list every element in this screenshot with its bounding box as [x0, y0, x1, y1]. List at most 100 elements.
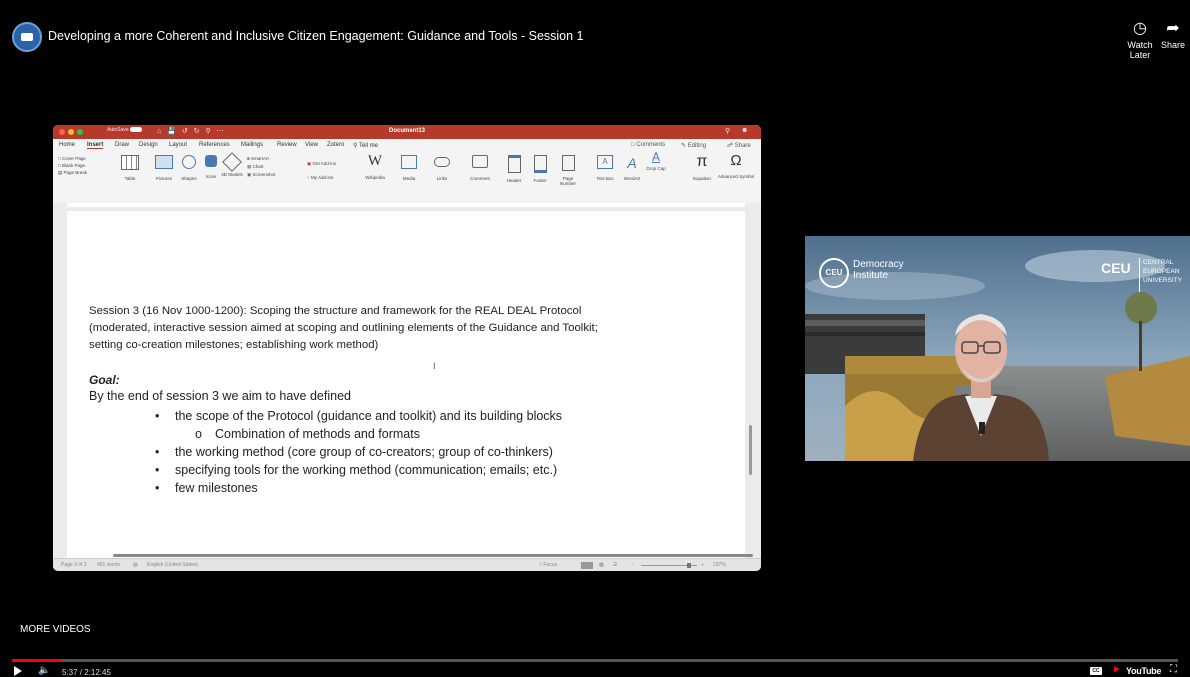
tab-insert[interactable]: Insert: [87, 142, 104, 149]
institute-name-line: Democracy: [853, 259, 904, 270]
footer-button[interactable]: Footer: [527, 155, 553, 183]
advanced-symbol-button[interactable]: Ω Advanced Symbol: [717, 153, 755, 180]
time-display: 5:37 / 2:12:45: [62, 668, 111, 677]
tab-mailings[interactable]: Mailings: [241, 142, 263, 148]
text-box-label: Text Box: [596, 176, 614, 181]
print-layout-icon[interactable]: [581, 562, 593, 569]
horizontal-scrollbar[interactable]: [113, 554, 753, 557]
table-button[interactable]: Table: [117, 155, 143, 181]
page-break-label: Page Break: [63, 170, 88, 175]
captions-icon[interactable]: CC: [1090, 667, 1102, 675]
my-addins-button[interactable]: ○ My Add-ins: [307, 171, 336, 185]
logo-divider: [1139, 258, 1140, 292]
word-count[interactable]: 491 words: [97, 562, 120, 568]
fullscreen-icon[interactable]: ⛶: [1170, 664, 1177, 675]
pictures-label: Pictures: [155, 176, 173, 181]
list-item: o Combination of methods and formats: [195, 427, 420, 441]
session-line: setting co-creation milestones; establis…: [89, 339, 379, 351]
read-mode-icon[interactable]: ☰: [613, 562, 617, 568]
3d-models-button[interactable]: 3D Models: [221, 152, 243, 177]
3d-models-label: 3D Models: [221, 172, 243, 177]
goal-heading: Goal:: [89, 373, 120, 387]
page-number-button[interactable]: Page Number: [555, 155, 581, 186]
tab-layout[interactable]: Layout: [169, 142, 187, 148]
focus-label: Focus: [543, 562, 558, 568]
youtube-wordmark[interactable]: YouTube: [1126, 666, 1161, 676]
bullet-text: specifying tools for the working method …: [175, 463, 558, 477]
channel-avatar[interactable]: [12, 22, 42, 52]
play-icon[interactable]: [14, 666, 22, 676]
focus-button[interactable]: □ Focus: [539, 562, 557, 568]
zoom-out-icon[interactable]: −: [631, 562, 634, 568]
word-titlebar: AutoSave ⌂ 💾 ↺ ↻ ⚲ ⋯ Document13 ⚲ ☻: [53, 125, 761, 139]
page-number-icon: [561, 155, 575, 171]
blank-page-button[interactable]: □ Blank Page: [58, 162, 87, 169]
list-item: • few milestones: [155, 481, 258, 495]
editing-button[interactable]: ✎ Editing: [681, 142, 706, 149]
zoom-slider-thumb[interactable]: [687, 563, 691, 568]
share-button[interactable]: ➦ Share: [1156, 20, 1190, 50]
institute-name-line: Institute: [853, 270, 889, 281]
pictures-button[interactable]: Pictures: [151, 155, 177, 181]
wikipedia-button[interactable]: W Wikipedia: [359, 153, 391, 180]
tab-home[interactable]: Home: [59, 142, 75, 148]
text-cursor-icon: I: [433, 361, 436, 371]
tab-references[interactable]: References: [199, 142, 230, 148]
advanced-symbol-label: Advanced Symbol: [717, 174, 755, 179]
account-icon[interactable]: ☻: [741, 127, 748, 134]
cover-page-button[interactable]: □ Cover Page: [58, 155, 87, 162]
screenshot-button[interactable]: ▣ Screenshot: [247, 171, 275, 179]
vertical-scrollbar[interactable]: [749, 425, 752, 475]
drop-cap-button[interactable]: A Drop Cap: [645, 151, 667, 171]
wikipedia-label: Wikipedia: [365, 175, 385, 180]
tell-me-search[interactable]: ⚲ Tell me: [353, 142, 378, 149]
more-videos-button[interactable]: MORE VIDEOS: [20, 624, 91, 635]
progress-bar[interactable]: [12, 659, 1178, 662]
tab-design[interactable]: Design: [139, 142, 158, 148]
tab-draw[interactable]: Draw: [115, 142, 129, 148]
tab-view[interactable]: View: [305, 142, 318, 148]
tab-review[interactable]: Review: [277, 142, 297, 148]
ribbon-insert: □ Cover Page □ Blank Page ▤ Page Break T…: [53, 151, 761, 204]
previous-page-bottom: [67, 203, 745, 207]
comment-button[interactable]: Comment: [465, 155, 495, 181]
links-button[interactable]: Links: [431, 155, 453, 181]
comments-button[interactable]: □ Comments: [631, 142, 665, 148]
word-window: AutoSave ⌂ 💾 ↺ ↻ ⚲ ⋯ Document13 ⚲ ☻ Home…: [53, 125, 761, 571]
text-box-button[interactable]: A Text Box: [591, 155, 619, 181]
document-title: Document13: [388, 128, 425, 134]
search-icon[interactable]: ⚲: [725, 127, 730, 135]
proofing-icon[interactable]: ▤: [133, 562, 138, 568]
zoom-in-icon[interactable]: +: [701, 562, 704, 568]
icons-label: Icons: [205, 174, 217, 179]
equation-label: Equation: [693, 176, 711, 181]
page-break-button[interactable]: ▤ Page Break: [58, 169, 87, 176]
speaker-webcam: CEU Democracy Institute CEU CENTRAL EURO…: [805, 236, 1190, 461]
document-page[interactable]: Session 3 (16 Nov 1000-1200): Scoping th…: [67, 211, 745, 558]
page-count[interactable]: Page 3 of 3: [61, 562, 87, 568]
zoom-level[interactable]: 237%: [713, 562, 726, 568]
web-layout-icon[interactable]: ▩: [599, 562, 604, 568]
university-name-line: CENTRAL: [1143, 259, 1174, 266]
equation-button[interactable]: π Equation: [689, 153, 715, 181]
wordart-button[interactable]: A WordArt: [619, 155, 645, 181]
word-share-button[interactable]: ☍ Share: [727, 142, 751, 149]
chart-label: Chart: [252, 164, 264, 169]
media-button[interactable]: Media: [397, 155, 421, 181]
page-number-label: Page Number: [559, 176, 576, 186]
volume-icon[interactable]: 🔈: [38, 665, 50, 676]
icons-button[interactable]: Icons: [201, 155, 221, 179]
table-icon: [121, 155, 139, 170]
header-button[interactable]: Header: [501, 155, 527, 183]
get-addins-button[interactable]: ▣ Get Add-ins: [307, 157, 336, 171]
language-label[interactable]: English (United States): [147, 562, 198, 568]
video-title[interactable]: Developing a more Coherent and Inclusive…: [48, 29, 584, 43]
chart-button[interactable]: ▦ Chart: [247, 163, 275, 171]
tab-zotero[interactable]: Zotero: [327, 142, 344, 148]
editing-label: Editing: [687, 143, 707, 149]
footer-label: Footer: [533, 178, 547, 183]
progress-bar-played: [12, 659, 61, 662]
shapes-button[interactable]: Shapes: [177, 155, 201, 181]
smartart-button[interactable]: ■ SmartArt: [247, 155, 275, 163]
list-item: • specifying tools for the working method…: [155, 463, 558, 477]
